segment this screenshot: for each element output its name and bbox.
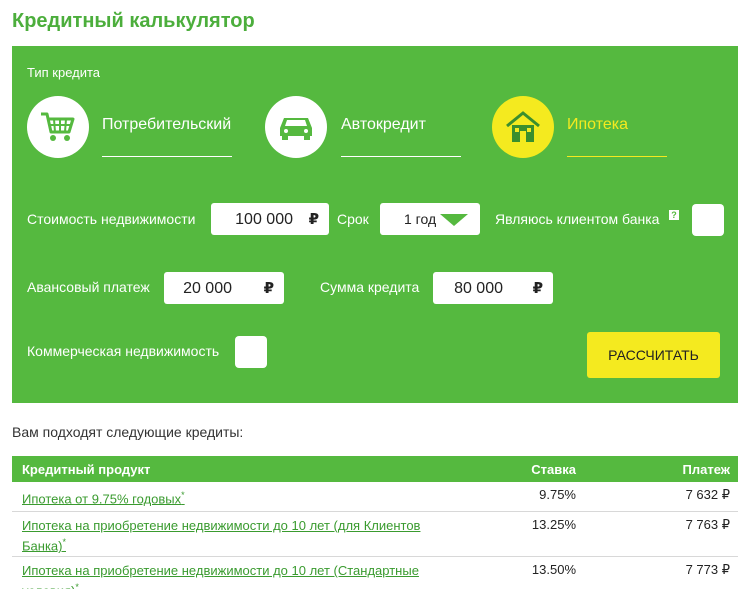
- down-payment-input[interactable]: 20 000 ₽: [164, 272, 284, 304]
- table-row: Ипотека на приобретение недвижимости до …: [12, 512, 738, 557]
- property-cost-value: 100 000: [235, 211, 293, 228]
- column-rate: Ставка: [531, 462, 576, 477]
- property-cost-label: Стоимость недвижимости: [27, 211, 196, 227]
- product-link[interactable]: Ипотека от 9.75% годовых*: [22, 487, 422, 507]
- credit-type-consumer-underline: [102, 156, 232, 157]
- credit-type-label: Тип кредита: [27, 65, 101, 80]
- results-caption: Вам подходят следующие кредиты:: [12, 424, 244, 440]
- credit-type-consumer[interactable]: Потребительский: [27, 94, 237, 160]
- loan-amount-label: Сумма кредита: [320, 279, 420, 295]
- page-title: Кредитный калькулятор: [12, 10, 255, 32]
- credit-type-auto-underline: [341, 156, 461, 157]
- credit-type-mortgage[interactable]: Ипотека: [492, 94, 692, 160]
- credit-type-mortgage-label: Ипотека: [567, 116, 629, 133]
- product-link[interactable]: Ипотека на приобретение недвижимости до …: [22, 562, 422, 589]
- payment-cell: 7 773 ₽: [685, 562, 730, 577]
- payment-cell: 7 763 ₽: [685, 517, 730, 532]
- term-select[interactable]: 1 год: [380, 203, 480, 235]
- credit-type-consumer-label: Потребительский: [102, 116, 232, 133]
- down-payment-value: 20 000: [183, 280, 232, 297]
- column-product: Кредитный продукт: [22, 462, 151, 477]
- loan-amount-value: 80 000: [454, 280, 503, 297]
- bank-client-label: Являюсь клиентом банка: [495, 211, 660, 227]
- commercial-property-checkbox[interactable]: [235, 336, 267, 368]
- table-row: Ипотека от 9.75% годовых* 9.75% 7 632 ₽: [12, 482, 738, 512]
- term-label: Срок: [337, 211, 369, 227]
- term-value: 1 год: [404, 211, 437, 227]
- rate-cell: 13.25%: [531, 517, 576, 532]
- property-cost-input[interactable]: 100 000 ₽: [211, 203, 329, 235]
- rate-cell: 9.75%: [539, 487, 576, 502]
- shopping-cart-icon: [27, 96, 89, 158]
- currency-sign: ₽: [532, 280, 543, 297]
- rate-cell: 13.50%: [531, 562, 576, 577]
- product-link[interactable]: Ипотека на приобретение недвижимости до …: [22, 517, 422, 554]
- credit-type-auto[interactable]: Автокредит: [265, 94, 465, 160]
- column-payment: Платеж: [682, 462, 730, 477]
- credit-type-mortgage-underline: [567, 156, 667, 157]
- payment-cell: 7 632 ₽: [685, 487, 730, 502]
- chevron-down-icon: [440, 214, 468, 226]
- loan-amount-input[interactable]: 80 000 ₽: [433, 272, 553, 304]
- results-table: Кредитный продукт Ставка Платеж Ипотека …: [12, 456, 738, 589]
- house-icon: [492, 96, 554, 158]
- calculator-panel: Тип кредита Потребительский Автокредит И…: [12, 46, 738, 403]
- table-row: Ипотека на приобретение недвижимости до …: [12, 557, 738, 589]
- car-icon: [265, 96, 327, 158]
- down-payment-label: Авансовый платеж: [27, 279, 150, 295]
- currency-sign: ₽: [263, 280, 274, 297]
- commercial-property-label: Коммерческая недвижимость: [27, 343, 220, 359]
- credit-type-auto-label: Автокредит: [341, 116, 426, 133]
- table-header: Кредитный продукт Ставка Платеж: [12, 456, 738, 482]
- calculate-button[interactable]: РАССЧИТАТЬ: [587, 332, 720, 378]
- currency-sign: ₽: [308, 211, 319, 228]
- bank-client-checkbox[interactable]: [692, 204, 724, 236]
- help-icon[interactable]: ?: [669, 210, 679, 220]
